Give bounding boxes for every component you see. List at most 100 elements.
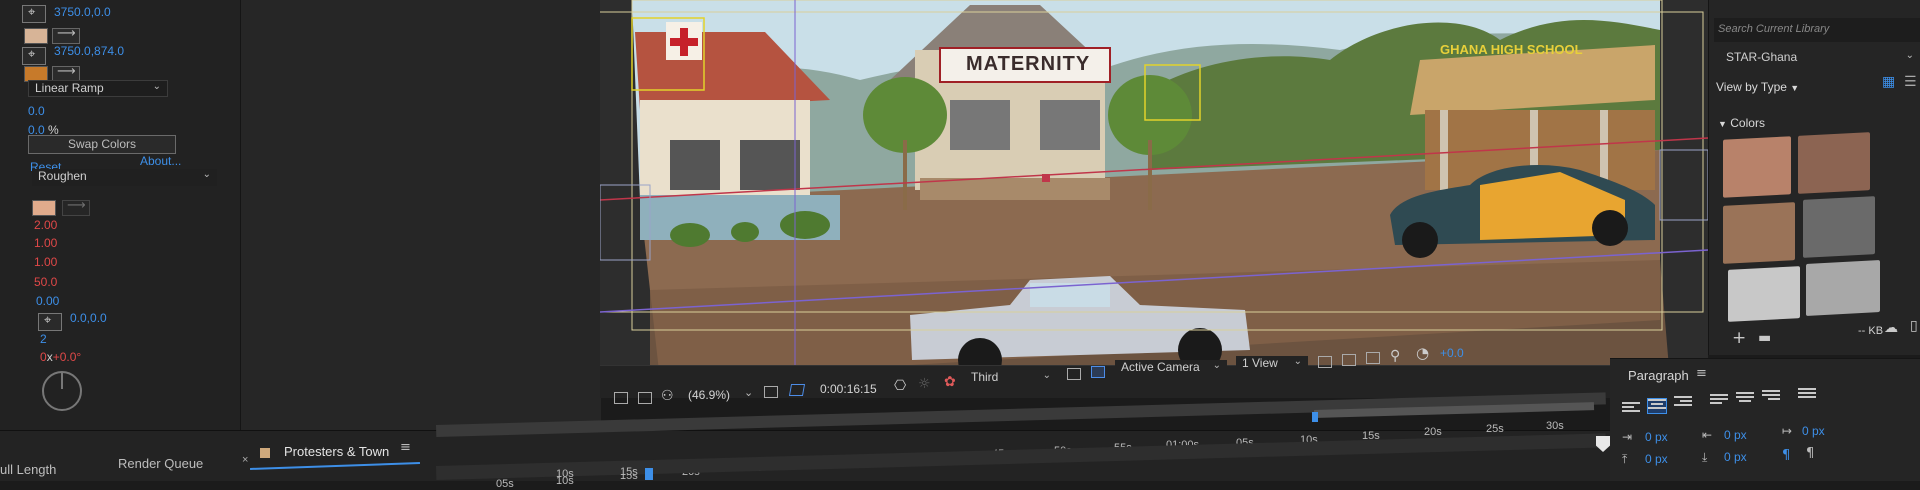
flowchart-icon[interactable]: ⚲ — [1390, 348, 1400, 364]
color-swatch-5[interactable] — [1728, 266, 1800, 322]
center-point-value[interactable]: 0.0,0.0 — [70, 311, 107, 325]
center-anchor-icon[interactable] — [38, 313, 62, 331]
space-after-value[interactable]: 0 px — [1724, 450, 1747, 464]
current-time-indicator[interactable] — [645, 468, 653, 480]
about-link[interactable]: About... — [140, 154, 181, 168]
time-navigator-handle[interactable] — [1312, 412, 1318, 422]
exposure-value[interactable]: +0.0 — [1440, 346, 1464, 360]
resolution-dropdown[interactable]: Third ⌄ — [965, 370, 1057, 389]
start-color-swatch[interactable] — [24, 28, 48, 44]
library-select[interactable]: STAR-Ghana ⌄ — [1720, 50, 1920, 70]
align-center-icon[interactable] — [1647, 398, 1667, 414]
color-swatch-4[interactable] — [1803, 196, 1875, 258]
align-left-icon[interactable] — [1622, 402, 1640, 416]
school-sign-text: GHANA HIGH SCHOOL — [1440, 42, 1583, 57]
list-view-icon[interactable]: ☰ — [1904, 74, 1917, 90]
current-timecode[interactable]: 0:00:16:15 — [820, 382, 877, 396]
always-preview-icon[interactable] — [614, 392, 628, 404]
space-before-icon[interactable]: ⤒ — [1622, 452, 1627, 467]
toggle-pixel-aspect-icon[interactable] — [1318, 356, 1332, 368]
color-swatch-1[interactable] — [1723, 136, 1791, 198]
justify-right-icon[interactable] — [1762, 390, 1780, 404]
end-point-value[interactable]: 3750.0,874.0 — [54, 44, 124, 58]
roughen-value-3[interactable]: 1.00 — [34, 255, 57, 269]
start-point-value[interactable]: 3750.0,0.0 — [54, 5, 111, 19]
panel-menu-icon[interactable]: ≡ — [400, 440, 411, 455]
mask-icon[interactable]: ⚇ — [661, 388, 674, 404]
ramp-scatter-value[interactable]: 0.0 — [28, 104, 45, 118]
lower-ruler-label: 15s — [620, 466, 638, 478]
rotation-turns[interactable]: 0 — [40, 350, 47, 364]
mask-path-icon[interactable] — [788, 384, 806, 396]
indent-right-icon[interactable]: ⇤ — [1702, 428, 1712, 442]
color-swatch-3[interactable] — [1723, 202, 1795, 264]
layer-bounds — [1659, 149, 1708, 221]
space-before-value[interactable]: 0 px — [1645, 452, 1668, 466]
color-swatch-2[interactable] — [1798, 132, 1870, 194]
start-point-anchor-icon[interactable] — [22, 5, 46, 23]
space-after-icon[interactable]: ⤓ — [1702, 450, 1707, 465]
rtl-text-icon[interactable]: ¶ — [1806, 446, 1814, 461]
library-search-input[interactable]: Search Current Library — [1714, 18, 1920, 42]
justify-left-icon[interactable] — [1710, 394, 1728, 408]
colors-section-header[interactable]: ▼ Colors — [1718, 116, 1765, 130]
show-snapshot-icon[interactable]: ☼ — [918, 376, 931, 392]
fast-previews-icon[interactable] — [1342, 354, 1356, 366]
panel-menu-icon[interactable]: ≡ — [1696, 366, 1707, 381]
rotation-degrees[interactable]: +0.0° — [53, 350, 82, 364]
justify-all-icon[interactable] — [1798, 388, 1816, 402]
monitor-icon[interactable] — [638, 392, 652, 404]
justify-center-icon[interactable] — [1736, 392, 1754, 406]
camera-value: Active Camera — [1121, 360, 1200, 374]
roughen-value-4[interactable]: 50.0 — [34, 275, 57, 289]
view-by-type-menu[interactable]: View by Type ▼ — [1716, 80, 1799, 94]
eyedropper-icon[interactable] — [62, 198, 90, 216]
timeline-tab-active[interactable]: Protesters & Town — [284, 444, 389, 459]
bush — [731, 222, 759, 242]
close-icon[interactable]: × — [242, 454, 248, 466]
transparency-grid-icon[interactable] — [1091, 366, 1105, 378]
folder-icon[interactable]: ▬ — [1758, 330, 1771, 346]
library-search-placeholder: Search Current Library — [1718, 23, 1830, 35]
roughen-value-1[interactable]: 2.00 — [34, 218, 57, 232]
roughen-color-swatch[interactable] — [32, 200, 56, 216]
timeline-icon[interactable] — [1366, 352, 1380, 364]
roughen-effect-header[interactable]: Roughen ⌄ — [32, 169, 217, 186]
grid-view-icon[interactable]: ▦ — [1882, 74, 1895, 90]
indent-left-value[interactable]: 0 px — [1645, 430, 1668, 444]
chevron-down-icon: ⌄ — [202, 169, 211, 180]
trash-icon[interactable]: ▯ — [1910, 318, 1918, 334]
count-value[interactable]: 2 — [40, 332, 47, 346]
zoom-level[interactable]: (46.9%) — [688, 388, 730, 402]
ltr-text-icon[interactable]: ¶ — [1782, 448, 1790, 463]
align-right-icon[interactable] — [1674, 396, 1692, 410]
bush — [780, 211, 830, 239]
exposure-icon[interactable]: ◔ — [1416, 344, 1429, 362]
creative-cloud-icon[interactable]: ☁ — [1884, 320, 1898, 336]
color-channels-icon[interactable]: ✿ — [944, 374, 956, 390]
views-dropdown[interactable]: 1 View ⌄ — [1236, 356, 1308, 375]
indent-first-line-icon[interactable]: ↦ — [1782, 424, 1792, 438]
composition-frame[interactable] — [600, 0, 1708, 380]
indent-right-value[interactable]: 0 px — [1724, 428, 1747, 442]
indent-left-icon[interactable]: ⇥ — [1622, 430, 1632, 444]
caret-down-icon: ▼ — [1718, 119, 1727, 129]
camera-snapshot-icon[interactable]: ⎔ — [894, 378, 906, 394]
end-point-anchor-icon[interactable] — [22, 47, 46, 65]
library-name: STAR-Ghana — [1726, 50, 1798, 64]
roughen-value-2[interactable]: 1.00 — [34, 236, 57, 250]
swap-colors-button[interactable]: Swap Colors — [28, 135, 176, 154]
add-content-icon[interactable]: + — [1732, 328, 1746, 348]
chevron-down-icon[interactable]: ⌄ — [744, 386, 753, 399]
roughen-value-5[interactable]: 0.00 — [36, 294, 59, 308]
eyedropper-icon[interactable] — [52, 26, 80, 44]
region-of-interest-icon[interactable] — [1067, 368, 1081, 380]
color-swatch-6[interactable] — [1806, 260, 1880, 316]
colors-section-title: Colors — [1730, 116, 1765, 130]
timeline-tab-render-queue[interactable]: Render Queue — [118, 456, 203, 471]
grid-icon[interactable] — [764, 386, 778, 398]
timeline-tab-full-length[interactable]: ull Length — [0, 462, 56, 477]
ramp-shape-dropdown[interactable]: Linear Ramp ⌄ — [28, 80, 168, 97]
camera-dropdown[interactable]: Active Camera ⌄ — [1115, 360, 1227, 379]
indent-first-line-value[interactable]: 0 px — [1802, 424, 1825, 438]
